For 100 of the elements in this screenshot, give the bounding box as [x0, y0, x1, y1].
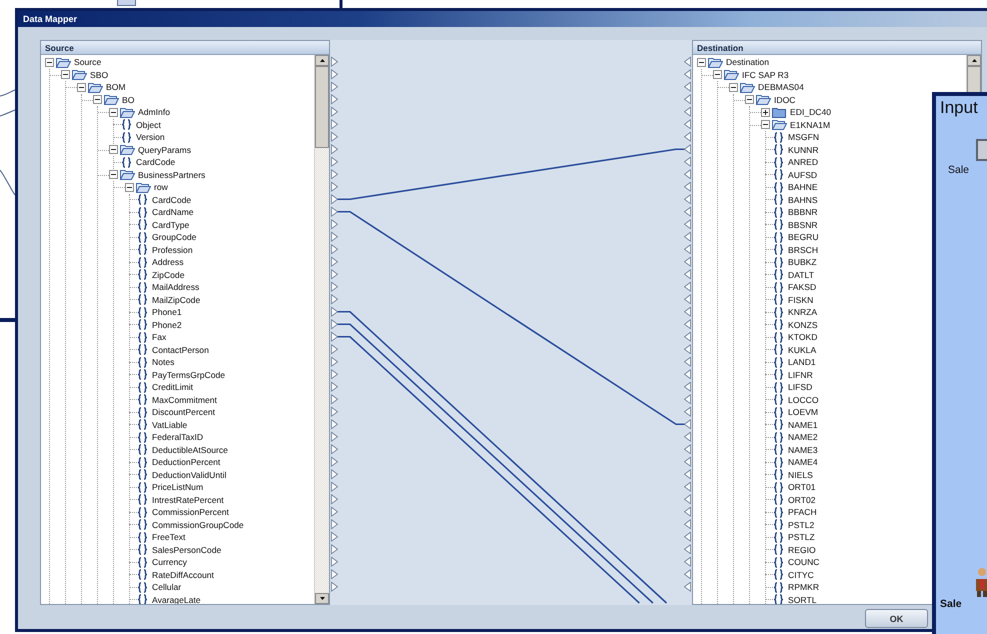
- scroll-down-button[interactable]: [315, 593, 329, 604]
- tree-item[interactable]: E1KNA1M: [790, 118, 830, 131]
- ok-button[interactable]: OK: [865, 609, 928, 628]
- tree-item[interactable]: PSTL2: [788, 518, 814, 531]
- tree-item[interactable]: KNRZA: [788, 306, 818, 318]
- tree-item[interactable]: REGIO: [788, 544, 816, 556]
- tree-item[interactable]: BUBKZ: [788, 256, 817, 268]
- tree-item[interactable]: BOM: [106, 81, 126, 94]
- tree-item[interactable]: KUKLA: [788, 344, 816, 356]
- collapse-icon[interactable]: [713, 70, 722, 80]
- tree-item[interactable]: IFC SAP R3: [742, 68, 789, 81]
- tree-item[interactable]: AdmInfo: [138, 106, 170, 118]
- tree-item[interactable]: BO: [122, 94, 134, 106]
- tree-item[interactable]: EDI_DC40: [790, 106, 832, 118]
- tree-item[interactable]: SBO: [90, 68, 108, 81]
- tree-item[interactable]: PSTLZ: [788, 531, 815, 544]
- tree-item[interactable]: QueryParams: [138, 144, 192, 156]
- scroll-up-button[interactable]: [315, 55, 329, 66]
- tree-item[interactable]: Phone1: [152, 306, 182, 318]
- tree-item[interactable]: Address: [152, 256, 184, 268]
- tree-item[interactable]: Phone2: [152, 318, 182, 331]
- tree-item[interactable]: NAME4: [788, 456, 818, 468]
- collapse-icon[interactable]: [45, 58, 54, 67]
- collapse-icon[interactable]: [93, 95, 102, 104]
- tree-item[interactable]: Version: [136, 131, 165, 144]
- tree-item[interactable]: RPMKR: [788, 581, 820, 594]
- tree-item[interactable]: KONZS: [788, 318, 818, 331]
- tree-item[interactable]: BAHNS: [788, 194, 818, 206]
- tree-item[interactable]: ORT02: [788, 494, 816, 506]
- tree-item[interactable]: KUNNR: [788, 144, 819, 156]
- tree-item[interactable]: BAHNE: [788, 181, 818, 194]
- tree-item[interactable]: DiscountPercent: [152, 406, 216, 418]
- tree-item[interactable]: MSGFN: [788, 131, 820, 144]
- tree-item[interactable]: CreditLimit: [152, 381, 194, 394]
- tree-item[interactable]: row: [154, 181, 168, 194]
- tree-item[interactable]: LOCCO: [788, 394, 819, 406]
- tree-item[interactable]: ORT01: [788, 481, 816, 494]
- tree-item[interactable]: MailAddress: [152, 281, 200, 294]
- collapse-icon[interactable]: [729, 82, 738, 92]
- scroll-up-button[interactable]: [967, 55, 981, 66]
- tree-item[interactable]: BusinessPartners: [138, 168, 206, 181]
- tree-item[interactable]: CommissionPercent: [152, 506, 229, 518]
- tree-item[interactable]: Profession: [152, 244, 193, 256]
- tree-item[interactable]: SalesPersonCode: [152, 544, 222, 556]
- tree-item[interactable]: GroupCode: [152, 231, 196, 244]
- tree-item[interactable]: ANRED: [788, 156, 818, 168]
- tree-item[interactable]: PriceListNum: [152, 481, 204, 494]
- tree-item[interactable]: CardCode: [136, 156, 176, 168]
- tree-item[interactable]: Source: [74, 56, 102, 68]
- tree-item[interactable]: NAME1: [788, 418, 818, 431]
- collapse-icon[interactable]: [125, 182, 134, 192]
- tree-item[interactable]: ZipCode: [152, 268, 184, 281]
- tree-item[interactable]: LIFNR: [788, 368, 813, 381]
- collapse-icon[interactable]: [697, 58, 706, 67]
- tree-item[interactable]: DeductionValidUntil: [152, 468, 226, 481]
- tree-item[interactable]: LIFSD: [788, 381, 812, 394]
- collapse-icon[interactable]: [109, 108, 118, 117]
- tree-item[interactable]: CardType: [152, 218, 190, 231]
- tree-item[interactable]: CommissionGroupCode: [152, 518, 244, 531]
- tree-item[interactable]: BBBNR: [788, 206, 818, 218]
- tree-item[interactable]: IntrestRatePercent: [152, 494, 224, 506]
- collapse-icon[interactable]: [109, 170, 118, 180]
- tree-item[interactable]: COUNC: [788, 556, 820, 568]
- tree-item[interactable]: AUFSD: [788, 168, 818, 181]
- tree-item[interactable]: VatLiable: [152, 418, 188, 431]
- tree-item[interactable]: Notes: [152, 356, 174, 368]
- scrollbar[interactable]: [314, 55, 329, 604]
- tree-item[interactable]: LOEVM: [788, 406, 818, 418]
- tree-item[interactable]: FISKN: [788, 294, 814, 306]
- tree-item[interactable]: RateDiffAccount: [152, 568, 214, 581]
- scroll-thumb[interactable]: [315, 66, 329, 148]
- tree-item[interactable]: DeductionPercent: [152, 456, 220, 468]
- tree-item[interactable]: DeductibleAtSource: [152, 444, 228, 456]
- expand-icon[interactable]: [761, 108, 770, 117]
- tree-item[interactable]: FAKSD: [788, 281, 816, 294]
- tree-item[interactable]: SORTL: [788, 594, 816, 604]
- collapse-icon[interactable]: [61, 70, 70, 80]
- tree-item[interactable]: NIELS: [788, 468, 813, 481]
- tree-item[interactable]: NAME3: [788, 444, 818, 456]
- tree-item[interactable]: Destination: [726, 56, 769, 68]
- tree-item[interactable]: MaxCommitment: [152, 394, 217, 406]
- collapse-icon[interactable]: [77, 82, 86, 92]
- tree-item[interactable]: IDOC: [774, 94, 796, 106]
- tree-item[interactable]: BBSNR: [788, 218, 818, 231]
- tree-item[interactable]: BEGRU: [788, 231, 819, 244]
- connector-line[interactable]: [338, 148, 684, 200]
- tree-item[interactable]: NAME2: [788, 431, 818, 444]
- tree-item[interactable]: CITYC: [788, 568, 814, 581]
- collapse-icon[interactable]: [109, 145, 118, 154]
- collapse-icon[interactable]: [745, 95, 754, 104]
- tree-item[interactable]: FederalTaxID: [152, 431, 204, 444]
- tree-item[interactable]: CardName: [152, 206, 194, 218]
- collapse-icon[interactable]: [761, 120, 770, 130]
- tree-item[interactable]: MailZipCode: [152, 294, 200, 306]
- tree-item[interactable]: CardCode: [152, 194, 192, 206]
- tree-item[interactable]: Currency: [152, 556, 187, 568]
- tree-item[interactable]: Fax: [152, 331, 166, 344]
- tree-item[interactable]: LAND1: [788, 356, 816, 368]
- tree-item[interactable]: BRSCH: [788, 244, 818, 256]
- tree-item[interactable]: PayTermsGrpCode: [152, 368, 226, 381]
